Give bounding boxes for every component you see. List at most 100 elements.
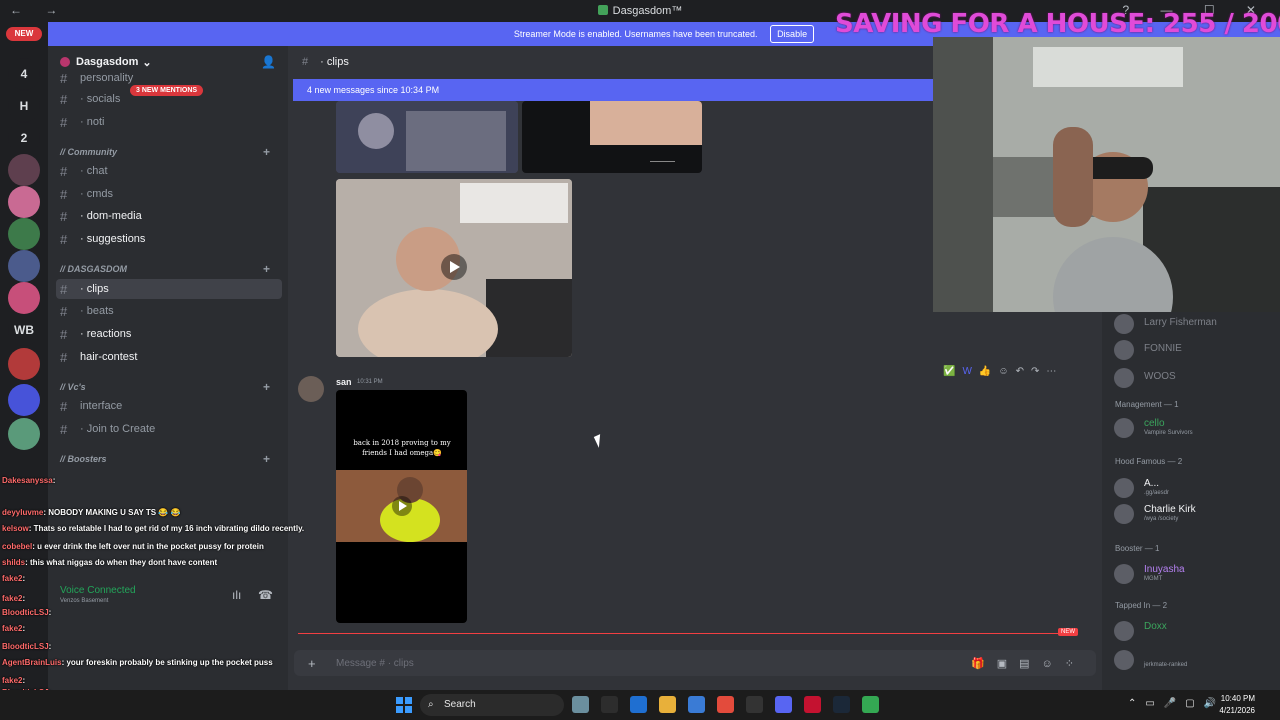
channel-item[interactable]: # · cmds bbox=[60, 184, 280, 204]
taskbar-app-icon[interactable] bbox=[746, 696, 763, 713]
disconnect-icon[interactable]: ☎ bbox=[258, 588, 273, 602]
new-mentions-badge[interactable]: 3 NEW MENTIONS bbox=[130, 85, 204, 96]
channel-item[interactable]: # · beats bbox=[60, 301, 280, 321]
chat-username: BloodticLSJ bbox=[2, 608, 49, 617]
category-boosters[interactable]: // Boosters + bbox=[60, 452, 280, 468]
server-icon[interactable] bbox=[8, 384, 40, 416]
chat-username: fake2 bbox=[2, 676, 23, 685]
member-group-label: Tapped In — 2 bbox=[1115, 601, 1168, 610]
category-dasgasdom[interactable]: // DASGASDOM + bbox=[60, 262, 280, 278]
add-channel-icon[interactable]: + bbox=[263, 145, 270, 159]
member-item[interactable]: FONNIE bbox=[1114, 338, 1276, 362]
member-item[interactable]: Doxx bbox=[1114, 619, 1276, 643]
disable-streamer-button[interactable]: Disable bbox=[770, 25, 815, 43]
channel-item[interactable]: # · noti bbox=[60, 112, 280, 132]
taskbar-app-icon[interactable] bbox=[833, 696, 850, 713]
server-icon[interactable]: WB bbox=[8, 314, 40, 346]
voice-channel-item[interactable]: # · Join to Create bbox=[60, 419, 280, 439]
taskbar-app-icon[interactable] bbox=[659, 696, 676, 713]
hash-icon: # bbox=[60, 326, 68, 342]
server-icon[interactable]: H bbox=[8, 90, 40, 122]
taskbar-app-icon[interactable] bbox=[804, 696, 821, 713]
add-channel-icon[interactable]: + bbox=[263, 452, 270, 466]
taskbar-app-icon[interactable] bbox=[775, 696, 792, 713]
voice-connected-label: Voice Connected bbox=[60, 585, 136, 596]
member-item[interactable]: Larry Fisherman bbox=[1114, 312, 1276, 336]
taskbar-app-icon[interactable] bbox=[601, 696, 618, 713]
channel-item[interactable]: # · chat bbox=[60, 161, 280, 181]
chat-line: fake2: bbox=[2, 594, 25, 603]
voice-signal-icon[interactable]: ılı bbox=[232, 588, 241, 602]
server-icon[interactable]: 2 bbox=[8, 122, 40, 154]
add-reaction-icon[interactable]: ☺ bbox=[998, 366, 1008, 377]
server-icon[interactable] bbox=[8, 250, 40, 282]
category-vcs[interactable]: // Vc's + bbox=[60, 380, 280, 396]
member-item[interactable]: cello Vampire Survivors bbox=[1114, 416, 1276, 440]
video-frame-icon bbox=[336, 101, 518, 173]
channel-name: hair-contest bbox=[80, 351, 138, 363]
server-icon[interactable]: 4 bbox=[8, 58, 40, 90]
avatar bbox=[1114, 314, 1134, 334]
w-reaction-icon[interactable]: W bbox=[962, 366, 971, 377]
chat-text: : bbox=[22, 624, 26, 633]
taskbar-search[interactable]: ⌕ Search bbox=[420, 694, 564, 716]
add-channel-icon[interactable]: + bbox=[263, 380, 270, 394]
forward-icon[interactable]: ↷ bbox=[1031, 366, 1039, 377]
channel-item[interactable]: # hair-contest bbox=[60, 347, 280, 367]
reply-icon[interactable]: ↶ bbox=[1016, 366, 1024, 377]
windows-start-icon[interactable] bbox=[396, 697, 412, 713]
taskbar-app-icon[interactable] bbox=[717, 696, 734, 713]
avatar[interactable] bbox=[298, 376, 324, 402]
member-item[interactable]: Inuyasha MGMT bbox=[1114, 562, 1276, 586]
member-item[interactable]: Charlie Kirk/wya /society bbox=[1114, 502, 1276, 526]
taskbar: ⌕ Search ⌃▭🎤▢🔊 10:40 PM 4/21/2026 bbox=[0, 690, 1280, 720]
chat-username: fake2 bbox=[2, 574, 23, 583]
server-icon[interactable] bbox=[8, 154, 40, 186]
new-pill[interactable]: NEW bbox=[6, 27, 42, 41]
hash-icon: # bbox=[60, 281, 68, 297]
new-messages-bar[interactable]: 4 new messages since 10:34 PM bbox=[293, 79, 933, 101]
composer-tool-icons[interactable]: 🎁▣▤☺⁘ bbox=[971, 657, 1086, 670]
thumbs-up-icon[interactable]: 👍 bbox=[979, 366, 991, 377]
channel-item[interactable]: # · suggestions bbox=[60, 229, 280, 249]
taskbar-app-icon[interactable] bbox=[630, 696, 647, 713]
app-root: ← → Dasgasdom™ ? — ☐ ✕ NEW 4 H 2 WB Streame… bbox=[0, 0, 1280, 720]
check-reaction-icon[interactable]: ✅ bbox=[943, 366, 955, 377]
server-icon[interactable] bbox=[8, 418, 40, 450]
video-frame-icon bbox=[336, 179, 572, 357]
chat-line: BloodticLSJ: bbox=[2, 642, 51, 651]
taskbar-app-icon[interactable] bbox=[572, 696, 589, 713]
chat-username: shilds bbox=[2, 558, 26, 567]
video-thumbnail[interactable] bbox=[336, 179, 572, 357]
chat-text: : this what niggas do when they dont hav… bbox=[25, 558, 218, 567]
taskbar-clock[interactable]: 10:40 PM 4/21/2026 bbox=[1205, 693, 1255, 717]
channel-item[interactable]: # · dom-media bbox=[60, 206, 280, 226]
message-input[interactable]: + Message # · clips 🎁▣▤☺⁘ bbox=[294, 650, 1096, 676]
taskbar-app-icon[interactable] bbox=[688, 696, 705, 713]
channel-item[interactable]: # · reactions bbox=[60, 324, 280, 344]
server-icon[interactable] bbox=[8, 348, 40, 380]
message-author[interactable]: san bbox=[336, 377, 352, 387]
member-status: /wya /society bbox=[1144, 516, 1179, 522]
chat-text: : u ever drink the left over nut in the … bbox=[32, 542, 264, 551]
taskbar-app-icon[interactable] bbox=[862, 696, 879, 713]
more-icon[interactable]: ⋯ bbox=[1046, 366, 1056, 377]
member-item[interactable]: A... .gg/aesdr bbox=[1114, 476, 1276, 500]
hash-icon: # bbox=[60, 421, 68, 437]
server-icon[interactable] bbox=[8, 218, 40, 250]
server-icon[interactable] bbox=[8, 282, 40, 314]
invite-people-icon[interactable]: 👤 bbox=[261, 55, 276, 69]
hash-icon: # bbox=[60, 114, 68, 130]
channel-item[interactable]: # · clips bbox=[56, 279, 282, 299]
video-thumbnail[interactable] bbox=[522, 101, 702, 173]
chat-line: AgentBrainLuis: your foreskin probably b… bbox=[2, 658, 273, 667]
member-item[interactable]: jerkmate-ranked bbox=[1114, 648, 1276, 672]
channel-name: · socials bbox=[80, 93, 121, 105]
member-item[interactable]: WOOS bbox=[1114, 366, 1276, 390]
category-community[interactable]: // Community + bbox=[60, 145, 280, 161]
add-channel-icon[interactable]: + bbox=[263, 262, 270, 276]
video-thumbnail[interactable] bbox=[336, 101, 518, 173]
video-thumbnail[interactable]: back in 2018 proving to my friends I had… bbox=[336, 390, 467, 623]
server-icon[interactable] bbox=[8, 186, 40, 218]
voice-channel-item[interactable]: # interface bbox=[60, 396, 280, 416]
